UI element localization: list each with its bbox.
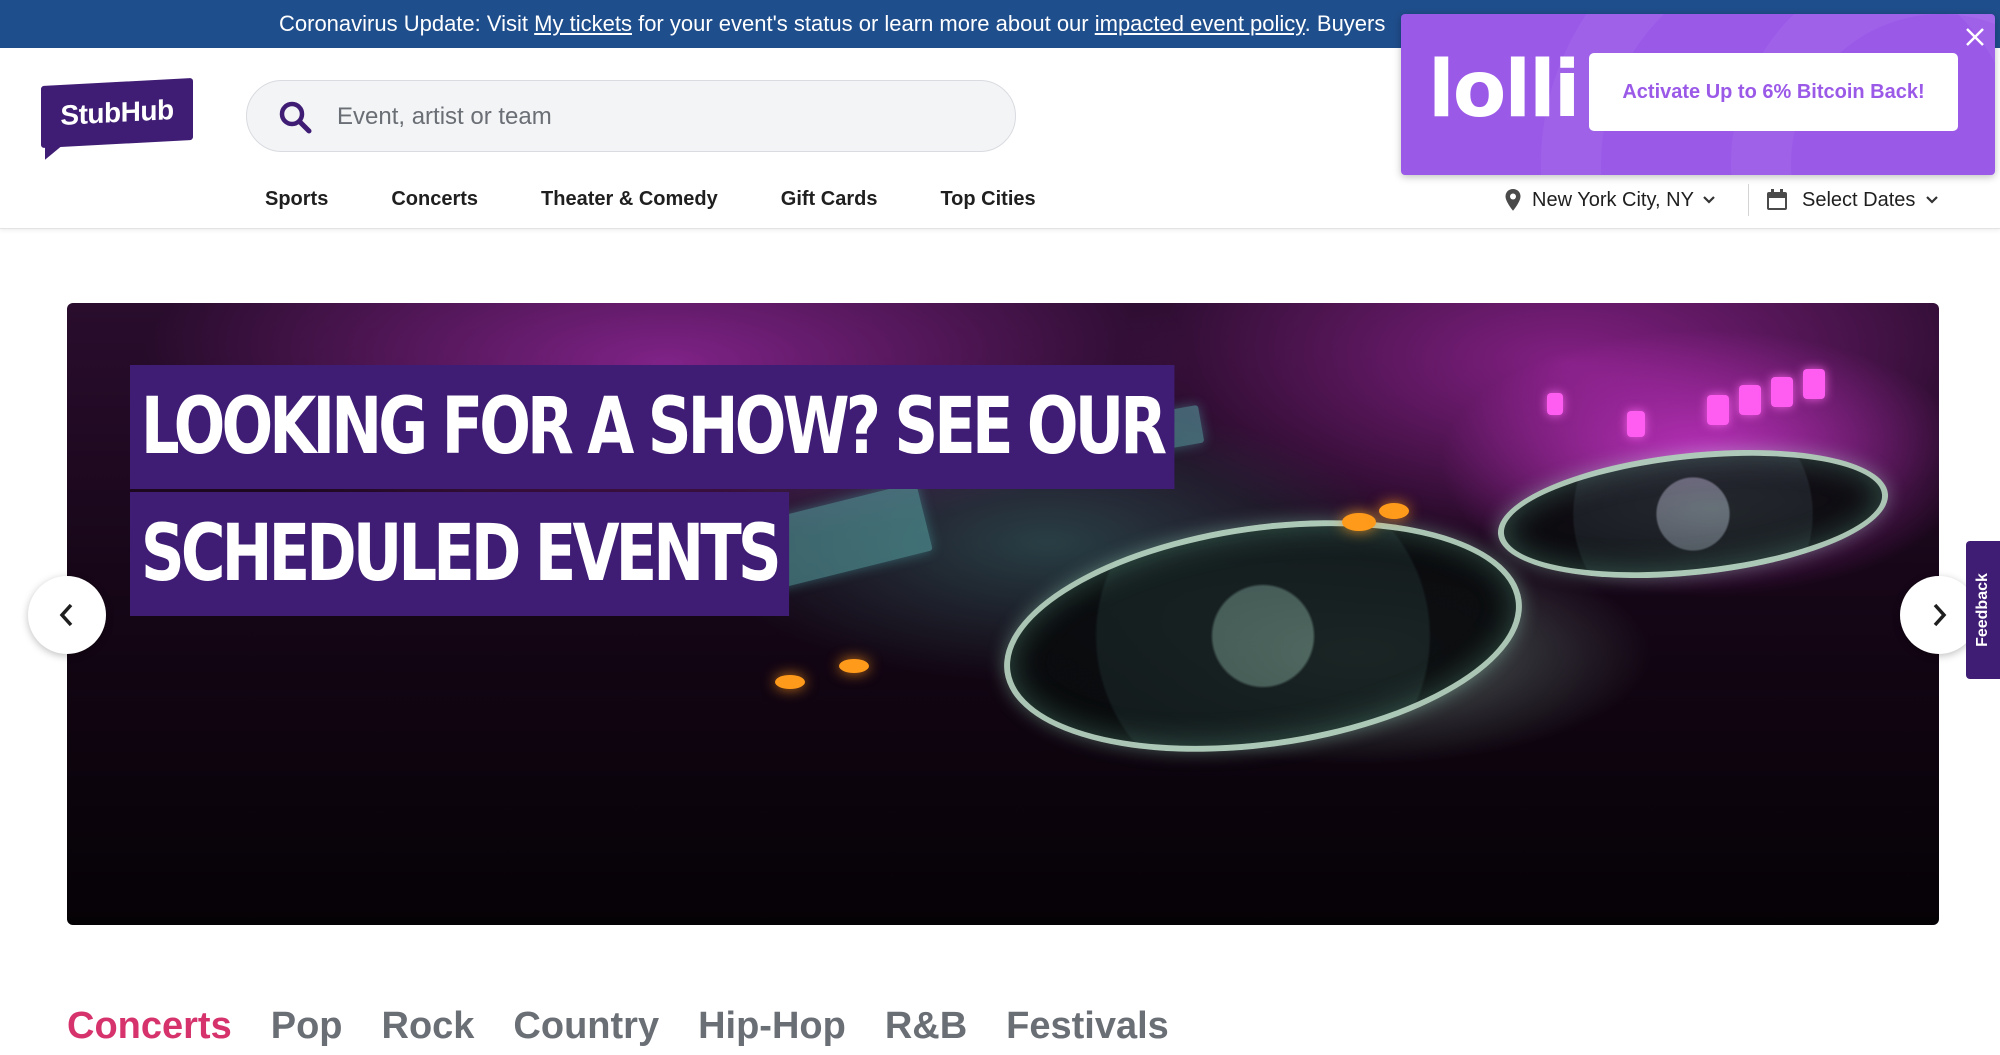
banner-prefix: Coronavirus Update: Visit	[279, 11, 535, 36]
lolli-logo: lolli	[1428, 45, 1581, 135]
banner-middle: for your event's status or learn more ab…	[631, 11, 1095, 36]
nav-item-concerts[interactable]: Concerts	[391, 179, 478, 219]
hero-headline-line2: SCHEDULED EVENTS	[130, 492, 789, 616]
my-tickets-link[interactable]: My tickets	[534, 11, 632, 36]
tab-rock[interactable]: Rock	[382, 1005, 475, 1048]
hero-headline-line1: LOOKING FOR A SHOW? SEE OUR	[130, 365, 1175, 489]
header-divider	[1748, 184, 1749, 216]
deck-pad	[1803, 369, 1825, 399]
impacted-event-policy-link[interactable]: impacted event policy	[1095, 11, 1305, 36]
deck-pad	[1707, 395, 1729, 425]
category-tabs: Concerts Pop Rock Country Hip-Hop R&B Fe…	[67, 998, 1208, 1054]
nav-item-sports[interactable]: Sports	[265, 179, 328, 219]
tab-festivals[interactable]: Festivals	[1006, 1005, 1169, 1048]
deck-knob	[1379, 503, 1409, 519]
nav-item-theater-comedy[interactable]: Theater & Comedy	[541, 179, 718, 219]
tab-concerts[interactable]: Concerts	[67, 1005, 232, 1048]
location-label: New York City, NY	[1532, 188, 1694, 211]
calendar-icon	[1767, 189, 1787, 210]
chevron-down-icon	[1926, 196, 1939, 204]
tab-rnb[interactable]: R&B	[885, 1005, 967, 1048]
banner-suffix: . Buyers	[1304, 11, 1386, 36]
stubhub-logo[interactable]: StubHub	[41, 78, 193, 148]
deck-knob	[1342, 513, 1376, 531]
deck-pad	[1627, 411, 1645, 437]
feedback-label: Feedback	[1974, 573, 1991, 647]
main-nav: Sports Concerts Theater & Comedy Gift Ca…	[265, 179, 1099, 219]
lolli-popup: lolli Activate Up to 6% Bitcoin Back!	[1401, 14, 1995, 175]
deck-pad	[1771, 377, 1793, 407]
chevron-left-icon	[59, 603, 73, 627]
banner-text: Coronavirus Update: Visit My tickets for…	[279, 0, 1385, 48]
dates-label: Select Dates	[1802, 188, 1916, 211]
date-selector[interactable]: Select Dates	[1766, 178, 1939, 222]
search-icon[interactable]	[277, 99, 313, 135]
logo-text: StubHub	[60, 94, 174, 131]
feedback-tab[interactable]: Feedback	[1966, 541, 2000, 679]
tab-pop[interactable]: Pop	[271, 1005, 343, 1048]
chevron-down-icon	[1703, 196, 1715, 204]
close-icon[interactable]	[1962, 24, 1988, 50]
nav-item-gift-cards[interactable]: Gift Cards	[781, 179, 878, 219]
turntable-left	[989, 489, 1537, 783]
deck-pad	[1739, 385, 1761, 415]
chevron-right-icon	[1933, 603, 1947, 627]
deck-knob	[839, 659, 869, 673]
tab-hip-hop[interactable]: Hip-Hop	[698, 1005, 846, 1048]
turntable-right	[1491, 432, 1895, 596]
search-input[interactable]	[335, 95, 979, 139]
location-pin-icon	[1505, 189, 1521, 211]
location-selector[interactable]: New York City, NY	[1502, 178, 1716, 222]
deck-knob	[775, 675, 805, 689]
deck-pad	[1547, 393, 1563, 415]
search-bar[interactable]	[246, 80, 1016, 152]
carousel-prev-button[interactable]	[28, 576, 106, 654]
hero-carousel[interactable]: LOOKING FOR A SHOW? SEE OUR SCHEDULED EV…	[67, 303, 1939, 925]
activate-bitcoin-back-button[interactable]: Activate Up to 6% Bitcoin Back!	[1589, 53, 1958, 131]
nav-item-top-cities[interactable]: Top Cities	[940, 179, 1035, 219]
tab-country[interactable]: Country	[513, 1005, 659, 1048]
